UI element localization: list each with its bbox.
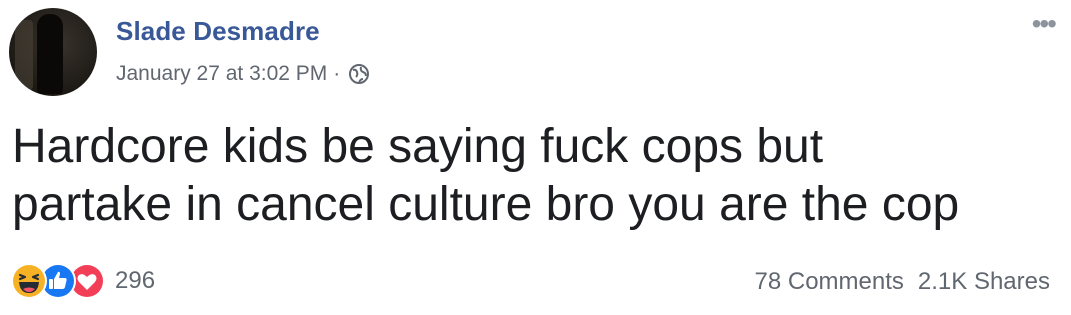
post-text-line: Hardcore kids be saying fuck cops but: [12, 120, 824, 173]
haha-reaction-icon: [10, 262, 48, 300]
post-body: Hardcore kids be saying fuck cops but pa…: [12, 118, 1062, 234]
more-options-icon[interactable]: •••: [1032, 10, 1057, 38]
globe-icon[interactable]: [348, 63, 370, 85]
post-stats: 78 Comments 2.1K Shares: [755, 268, 1050, 296]
profile-avatar[interactable]: [9, 8, 97, 96]
comments-count-link[interactable]: 78 Comments: [755, 268, 904, 296]
avatar-figure-shape: [37, 14, 63, 94]
post-timestamp[interactable]: January 27 at 3:02 PM: [116, 62, 327, 86]
meta-separator: ·: [333, 62, 341, 85]
post-text-line: partake in cancel culture bro you are th…: [12, 178, 960, 231]
reactions-summary[interactable]: 296: [10, 262, 155, 300]
reaction-count: 296: [115, 267, 156, 294]
post-meta: January 27 at 3:02 PM ·: [116, 62, 370, 86]
shares-count-link[interactable]: 2.1K Shares: [918, 268, 1050, 296]
avatar-background-shape: [15, 20, 33, 90]
author-name[interactable]: Slade Desmadre: [116, 16, 320, 47]
